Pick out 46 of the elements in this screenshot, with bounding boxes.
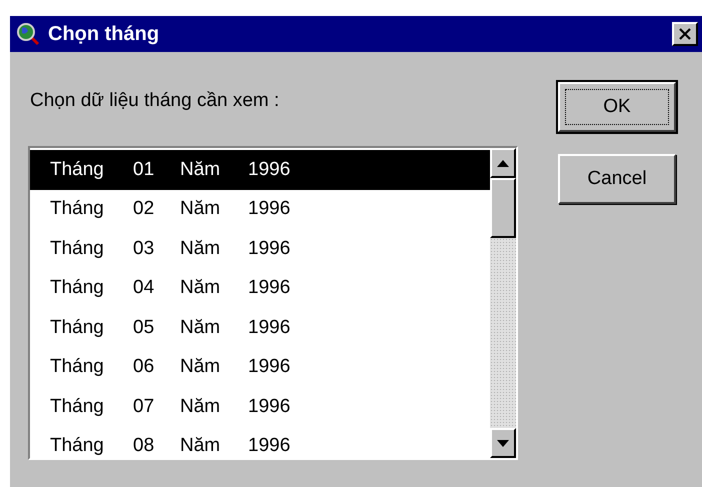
month-label: Tháng: [50, 396, 105, 418]
month-label: Tháng: [50, 198, 105, 220]
year-number: 1996: [248, 238, 292, 260]
month-list-item[interactable]: Tháng 01 Năm 1996: [30, 150, 490, 190]
year-number: 1996: [248, 277, 292, 300]
year-label: Năm: [180, 356, 222, 378]
cancel-button[interactable]: Cancel: [558, 154, 676, 204]
vertical-scrollbar[interactable]: [490, 148, 516, 458]
month-number: 01: [133, 158, 156, 181]
scroll-up-button[interactable]: [490, 148, 516, 178]
window-title: Chọn tháng: [48, 22, 160, 46]
month-label: Tháng: [50, 277, 105, 300]
month-number: 04: [133, 277, 156, 300]
prompt-label: Chọn dữ liệu tháng cần xem :: [30, 90, 280, 113]
scroll-down-button[interactable]: [490, 428, 516, 458]
month-number: 05: [133, 316, 156, 339]
down-arrow-icon: [497, 440, 509, 446]
month-label: Tháng: [50, 158, 105, 181]
year-number: 1996: [248, 435, 292, 458]
year-label: Năm: [180, 435, 222, 458]
close-button[interactable]: [672, 22, 698, 46]
month-label: Tháng: [50, 316, 105, 339]
month-number: 02: [133, 198, 156, 220]
month-number: 06: [133, 356, 156, 378]
year-label: Năm: [180, 158, 222, 181]
year-label: Năm: [180, 198, 222, 220]
up-arrow-icon: [497, 160, 509, 166]
month-label: Tháng: [50, 356, 105, 378]
scroll-thumb[interactable]: [490, 178, 516, 238]
close-icon: [678, 28, 692, 40]
year-label: Năm: [180, 396, 222, 418]
month-label: Tháng: [50, 238, 105, 260]
month-number: 08: [133, 435, 156, 458]
year-number: 1996: [248, 396, 292, 418]
year-number: 1996: [248, 158, 292, 181]
globe-magnifier-icon: [16, 22, 40, 46]
year-number: 1996: [248, 316, 292, 339]
ok-button[interactable]: OK: [558, 82, 676, 132]
year-number: 1996: [248, 356, 292, 378]
month-number: 07: [133, 396, 156, 418]
year-label: Năm: [180, 277, 222, 300]
month-number: 03: [133, 238, 156, 260]
year-label: Năm: [180, 316, 222, 339]
year-label: Năm: [180, 238, 222, 260]
month-label: Tháng: [50, 435, 105, 458]
year-number: 1996: [248, 198, 292, 220]
